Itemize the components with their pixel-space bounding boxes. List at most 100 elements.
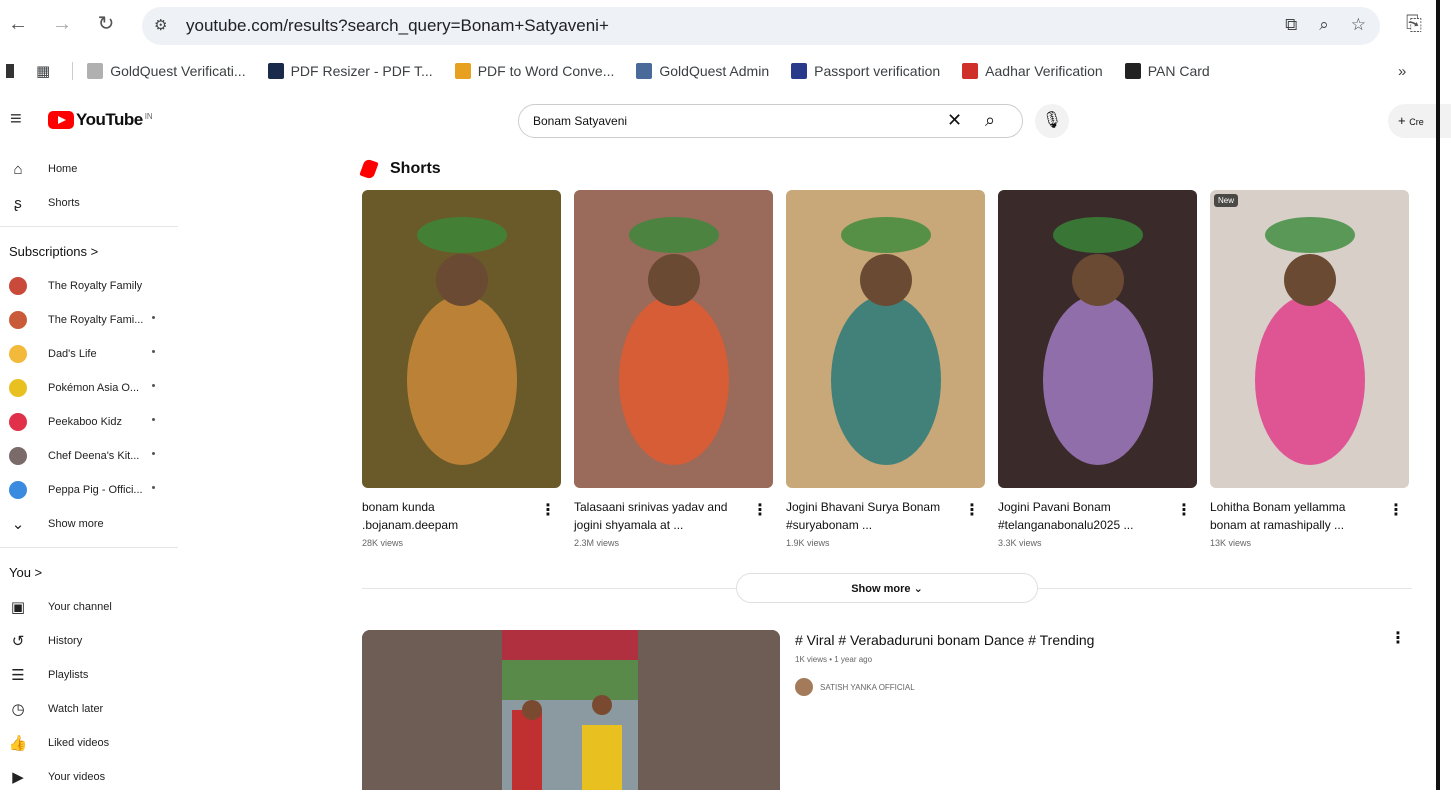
video-meta: 1K views • 1 year ago	[795, 655, 873, 664]
reload-icon[interactable]: ↻	[94, 12, 118, 36]
sidebar-item-label: Chef Deena's Kit...	[48, 450, 140, 462]
shorts-icon	[359, 158, 379, 180]
channel-avatar	[9, 447, 27, 465]
short-thumbnail[interactable]	[574, 190, 773, 488]
short-title[interactable]: Jogini Bhavani Surya Bonam #suryabonam .…	[786, 498, 956, 534]
short-card[interactable]: Jogini Pavani Bonam #telanganabonalu2025…	[998, 190, 1197, 548]
sidebar-item-your-videos[interactable]: ▶ Your videos	[0, 760, 180, 794]
sidebar: ⌂ Home ʂ Shorts Subscriptions > The Royalty…	[0, 152, 180, 794]
sidebar-item-label: Your videos	[48, 771, 106, 783]
more-actions-icon[interactable]: ⋮	[964, 500, 980, 520]
new-badge: New	[1214, 194, 1239, 207]
video-title[interactable]: # Viral # Verabaduruni bonam Dance # Tre…	[795, 632, 1094, 648]
bookmark-favicon-icon	[962, 63, 979, 79]
shorts-title-text: Shorts	[390, 160, 441, 177]
zoom-icon[interactable]: ⌕	[1319, 15, 1329, 35]
back-icon[interactable]: ←	[6, 12, 30, 36]
cast-icon[interactable]: ⧉	[1285, 15, 1297, 35]
more-actions-icon[interactable]: ⋮	[540, 500, 556, 520]
show-more-subscriptions[interactable]: ⌄ Show more	[0, 507, 180, 541]
sidebar-item-shorts[interactable]: ʂ Shorts	[0, 186, 180, 220]
bookmark-item[interactable]: Aadhar Verification	[962, 63, 1103, 79]
sidebar-subscription[interactable]: The Royalty Family	[0, 269, 180, 303]
sidebar-subscription[interactable]: Pokémon Asia O...	[0, 371, 180, 405]
bookmark-item[interactable]: PDF Resizer - PDF T...	[267, 63, 433, 79]
sidebar-subscription[interactable]: Peppa Pig - Offici...	[0, 473, 180, 507]
your-videos-icon: ▶	[12, 769, 24, 786]
sidebar-divider	[0, 226, 178, 227]
sidebar-item-history[interactable]: ↺ History	[0, 624, 180, 658]
sidebar-item-liked-videos[interactable]: 👍 Liked videos	[0, 726, 180, 760]
show-more-label: Show more	[48, 518, 104, 530]
more-bookmarks-icon[interactable]: »	[1398, 63, 1406, 80]
search-value[interactable]: Bonam Satyaveni	[533, 114, 627, 128]
sidebar-item-label: Peppa Pig - Offici...	[48, 484, 143, 496]
more-actions-icon[interactable]: ⋮	[752, 500, 768, 520]
forward-icon[interactable]: →	[50, 12, 74, 36]
bookmark-favicon-icon	[636, 63, 653, 79]
bookmark-item[interactable]: GoldQuest Admin	[636, 63, 769, 79]
sidebar-item-your-channel[interactable]: ▣ Your channel	[0, 590, 180, 624]
more-actions-icon[interactable]: ⋮	[1390, 628, 1406, 648]
sidebar-subscription[interactable]: Peekaboo Kidz	[0, 405, 180, 439]
video-thumbnail-image	[362, 630, 780, 790]
show-more-shorts-button[interactable]: Show more ⌄	[736, 573, 1038, 603]
microphone-icon[interactable]: 🎙	[1035, 104, 1069, 138]
sidebar-subscription[interactable]: Dad's Life	[0, 337, 180, 371]
short-thumbnail[interactable]: New	[1210, 190, 1409, 488]
channel-avatar[interactable]	[795, 678, 813, 696]
sidebar-item-watch-later[interactable]: ◷ Watch later	[0, 692, 180, 726]
address-url[interactable]: youtube.com/results?search_query=Bonam+S…	[186, 16, 609, 36]
bookmark-item[interactable]: PAN Card	[1124, 63, 1210, 79]
youtube-header: ≡ YouTube IN Bonam Satyaveni ✕ ⌕ 🎙 + Cre	[0, 100, 1451, 142]
short-title[interactable]: bonam kunda .bojanam.deepam	[362, 498, 532, 534]
search-icon[interactable]: ⌕	[985, 110, 995, 131]
more-actions-icon[interactable]: ⋮	[1388, 500, 1404, 520]
reading-mode-icon[interactable]: ⎘	[1402, 12, 1426, 36]
bookmark-item[interactable]: Passport verification	[791, 63, 940, 79]
sidebar-item-playlists[interactable]: ☰ Playlists	[0, 658, 180, 692]
short-thumbnail-image	[998, 190, 1197, 488]
short-thumbnail[interactable]	[362, 190, 561, 488]
short-card[interactable]: Jogini Bhavani Surya Bonam #suryabonam .…	[786, 190, 985, 548]
bookmark-favicon-icon	[267, 63, 284, 79]
video-channel[interactable]: SATISH YANKA OFFICIAL	[795, 678, 915, 696]
sidebar-item-home[interactable]: ⌂ Home	[0, 152, 180, 186]
youtube-logo[interactable]: YouTube IN	[48, 110, 153, 130]
clear-search-icon[interactable]: ✕	[947, 110, 962, 131]
short-card[interactable]: bonam kunda .bojanam.deepam 28K views ⋮	[362, 190, 561, 548]
sidebar-item-label: Your channel	[48, 601, 112, 613]
short-title[interactable]: Jogini Pavani Bonam #telanganabonalu2025…	[998, 498, 1168, 534]
tab-strip-icon[interactable]	[6, 64, 14, 78]
short-thumbnail[interactable]	[786, 190, 985, 488]
short-title[interactable]: Talasaani srinivas yadav and jogini shya…	[574, 498, 744, 534]
search-input[interactable]: Bonam Satyaveni ✕ ⌕	[518, 104, 1023, 138]
subscriptions-header[interactable]: Subscriptions >	[0, 233, 180, 269]
you-header[interactable]: You >	[0, 554, 180, 590]
create-button[interactable]: + Cre	[1388, 104, 1451, 138]
short-views: 2.3M views	[574, 538, 620, 548]
short-views: 13K views	[1210, 538, 1252, 548]
short-thumbnail-image	[362, 190, 561, 488]
short-card[interactable]: New Lohitha Bonam yellamma bonam at ramas…	[1210, 190, 1409, 548]
sidebar-item-label: Home	[48, 163, 78, 175]
channel-avatar	[9, 311, 27, 329]
sidebar-subscription[interactable]: The Royalty Fami...	[0, 303, 180, 337]
short-thumbnail[interactable]	[998, 190, 1197, 488]
address-bar[interactable]: ⚙ youtube.com/results?search_query=Bonam…	[142, 7, 1380, 45]
site-settings-icon[interactable]: ⚙	[154, 16, 167, 34]
bookmark-label: PDF to Word Conve...	[477, 63, 615, 79]
more-actions-icon[interactable]: ⋮	[1176, 500, 1192, 520]
sidebar-subscription[interactable]: Chef Deena's Kit...	[0, 439, 180, 473]
playlists-icon: ☰	[11, 667, 25, 684]
bookmark-star-icon[interactable]: ☆	[1351, 15, 1366, 35]
video-thumbnail[interactable]	[362, 630, 780, 790]
short-title[interactable]: Lohitha Bonam yellamma bonam at ramaship…	[1210, 498, 1380, 534]
short-card[interactable]: Talasaani srinivas yadav and jogini shya…	[574, 190, 773, 548]
apps-grid-icon[interactable]: ▦	[36, 62, 50, 80]
bookmark-item[interactable]: PDF to Word Conve...	[454, 63, 615, 79]
channel-name[interactable]: SATISH YANKA OFFICIAL	[820, 683, 915, 692]
menu-icon[interactable]: ≡	[10, 108, 22, 131]
bookmark-item[interactable]: GoldQuest Verificati...	[87, 63, 246, 79]
browser-toolbar: ← → ↻ ⚙ youtube.com/results?search_query…	[0, 0, 1451, 52]
